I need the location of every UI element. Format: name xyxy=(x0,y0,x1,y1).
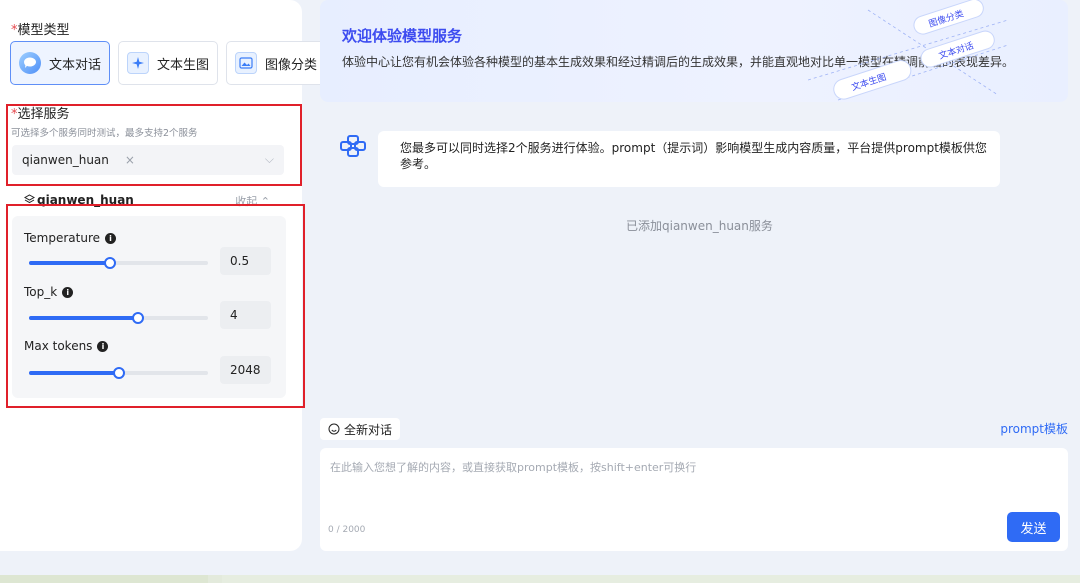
assistant-logo-icon xyxy=(340,135,366,157)
chat-input-card: 0 / 2000 发送 xyxy=(320,448,1068,551)
model-type-group: 文本对话 文本生图 图像分类 xyxy=(10,41,327,85)
model-type-image-classify[interactable]: 图像分类 xyxy=(226,41,327,85)
banner-title: 欢迎体验模型服务 xyxy=(342,27,463,45)
prompt-template-link[interactable]: prompt模板 xyxy=(1000,420,1068,437)
send-button[interactable]: 发送 xyxy=(1007,512,1060,542)
assistant-avatar xyxy=(336,131,370,161)
banner-illustration: 图像分类 文本对话 文本生图 xyxy=(808,0,1008,101)
bottom-strip xyxy=(0,575,1080,583)
model-type-text-chat[interactable]: 文本对话 xyxy=(10,41,111,85)
assistant-message: 您最多可以同时选择2个服务进行体验。prompt（提示词）影响模型生成内容质量，… xyxy=(378,131,1000,187)
chat-smile-icon xyxy=(328,423,340,435)
highlight-box-params xyxy=(6,204,305,408)
image-classify-icon xyxy=(235,52,258,74)
char-count: 0 / 2000 xyxy=(328,525,366,535)
service-added-notice: 已添加qianwen_huan服务 xyxy=(626,219,773,233)
chat-bubble-icon xyxy=(19,52,41,74)
new-chat-button[interactable]: 全新对话 xyxy=(320,418,401,440)
highlight-box-service xyxy=(6,104,302,186)
model-type-text-to-image[interactable]: 文本生图 xyxy=(118,41,219,85)
left-config-panel: *模型类型 文本对话 文本生图 图像分类 *选择服务 可选择多个服务同时测试，最… xyxy=(0,0,327,551)
image-sparkle-icon xyxy=(127,52,150,74)
model-type-label: *模型类型 xyxy=(11,23,70,38)
chat-input[interactable] xyxy=(330,456,970,478)
welcome-banner: 欢迎体验模型服务 体验中心让您有机会体验各种模型的基本生成效果和经过精调后的生成… xyxy=(320,0,1068,102)
